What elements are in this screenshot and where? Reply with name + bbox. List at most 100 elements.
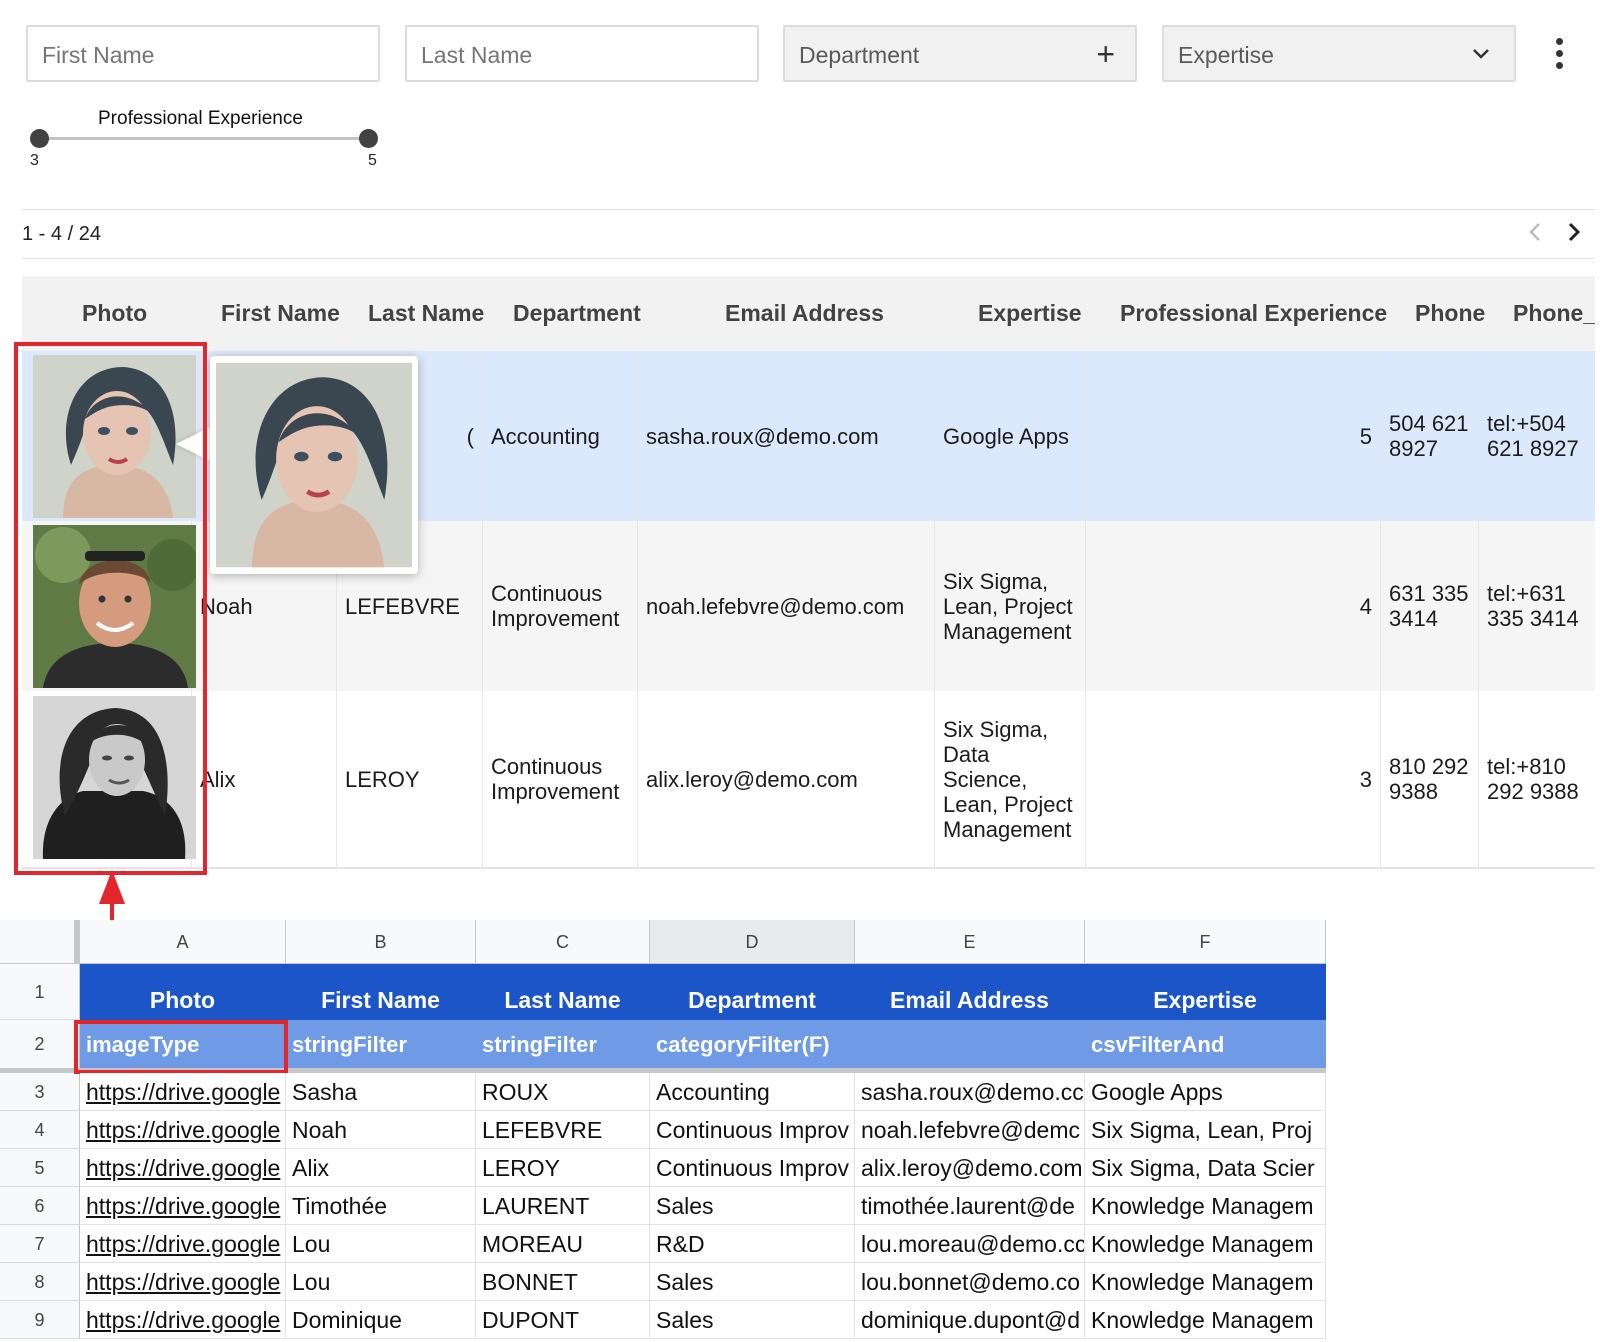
sheet-last-name-cell[interactable]: LEROY xyxy=(476,1149,650,1187)
sheet-row-number[interactable]: 2 xyxy=(0,1020,80,1069)
sheet-column-header-b[interactable]: B xyxy=(286,920,476,964)
sheet-expertise-cell[interactable]: Knowledge Managem xyxy=(1085,1187,1326,1225)
sheet-row-number[interactable]: 8 xyxy=(0,1263,80,1301)
sheet-first-name-cell[interactable]: Timothée xyxy=(286,1187,476,1225)
sheet-first-name-cell[interactable]: Lou xyxy=(286,1225,476,1263)
sheet-photo-url-cell[interactable]: https://drive.google xyxy=(80,1263,286,1301)
sheet-email-cell[interactable]: dominique.dupont@d xyxy=(855,1301,1085,1339)
sheet-row-number[interactable]: 1 xyxy=(0,964,80,1020)
sheet-email-cell[interactable]: sasha.roux@demo.cc xyxy=(855,1073,1085,1111)
sheet-department-cell[interactable]: Sales xyxy=(650,1301,855,1339)
sheet-header-cell[interactable]: Email Address xyxy=(855,964,1085,1020)
sheet-row-number[interactable]: 6 xyxy=(0,1187,80,1225)
sheet-corner[interactable] xyxy=(0,920,80,964)
first-name-filter[interactable]: First Name xyxy=(26,25,380,82)
sheet-header-cell[interactable]: Expertise xyxy=(1085,964,1326,1020)
sheet-header-cell[interactable]: Last Name xyxy=(476,964,650,1020)
sheet-column-header-f[interactable]: F xyxy=(1085,920,1326,964)
sheet-department-cell[interactable]: Sales xyxy=(650,1187,855,1225)
sheet-first-name-cell[interactable]: Sasha xyxy=(286,1073,476,1111)
sheet-department-cell[interactable]: R&D xyxy=(650,1225,855,1263)
chevron-right-icon[interactable] xyxy=(1563,221,1585,243)
sheet-email-cell[interactable]: lou.bonnet@demo.co xyxy=(855,1263,1085,1301)
sheet-department-cell[interactable]: Continuous Improv xyxy=(650,1111,855,1149)
sheet-type-cell[interactable]: categoryFilter(F) xyxy=(650,1020,855,1069)
department-cell: Continuous Improvement xyxy=(483,691,638,867)
sheet-email-cell[interactable]: lou.moreau@demo.cc xyxy=(855,1225,1085,1263)
sheet-first-name-cell[interactable]: Dominique xyxy=(286,1301,476,1339)
sheet-last-name-cell[interactable]: DUPONT xyxy=(476,1301,650,1339)
sheet-photo-url-cell[interactable]: https://drive.google xyxy=(80,1225,286,1263)
phone-link-cell[interactable]: tel:+810 292 9388 xyxy=(1479,691,1595,867)
column-header-last-name[interactable]: Last Name xyxy=(368,276,484,351)
email-cell: sasha.roux@demo.com xyxy=(638,351,935,521)
sheet-column-header-d[interactable]: D xyxy=(650,920,855,964)
expertise-cell: Six Sigma, Data Science, Lean, Project M… xyxy=(935,691,1086,867)
last-name-filter[interactable]: Last Name xyxy=(405,25,759,82)
sheet-row-number[interactable]: 9 xyxy=(0,1301,80,1339)
sheet-type-cell[interactable]: stringFilter xyxy=(476,1020,650,1069)
phone-cell: 504 621 8927 xyxy=(1381,351,1479,521)
phone-link-cell[interactable]: tel:+504 621 8927 xyxy=(1479,351,1595,521)
sheet-row-number[interactable]: 7 xyxy=(0,1225,80,1263)
sheet-last-name-cell[interactable]: LAURENT xyxy=(476,1187,650,1225)
sheet-photo-url-cell[interactable]: https://drive.google xyxy=(80,1149,286,1187)
sheet-last-name-cell[interactable]: MOREAU xyxy=(476,1225,650,1263)
sheet-photo-url-cell[interactable]: https://drive.google xyxy=(80,1111,286,1149)
sheet-first-name-cell[interactable]: Alix xyxy=(286,1149,476,1187)
sheet-type-cell[interactable] xyxy=(855,1020,1085,1069)
experience-slider-max-handle[interactable] xyxy=(359,129,378,148)
sheet-photo-url-cell[interactable]: https://drive.google xyxy=(80,1073,286,1111)
experience-slider-min-handle[interactable] xyxy=(30,129,49,148)
sheet-email-cell[interactable]: alix.leroy@demo.com xyxy=(855,1149,1085,1187)
sheet-department-cell[interactable]: Sales xyxy=(650,1263,855,1301)
column-header-department[interactable]: Department xyxy=(513,276,641,351)
sheet-row-number[interactable]: 4 xyxy=(0,1111,80,1149)
sheet-row-number[interactable]: 5 xyxy=(0,1149,80,1187)
sheet-department-cell[interactable]: Accounting xyxy=(650,1073,855,1111)
sheet-last-name-cell[interactable]: BONNET xyxy=(476,1263,650,1301)
sheet-photo-url-cell[interactable]: https://drive.google xyxy=(80,1301,286,1339)
column-header-expertise[interactable]: Expertise xyxy=(978,276,1082,351)
department-filter[interactable]: Department + xyxy=(783,25,1137,82)
experience-slider-track[interactable] xyxy=(38,137,368,140)
sheet-header-cell[interactable]: Photo xyxy=(80,964,286,1020)
plus-icon[interactable]: + xyxy=(1096,36,1115,73)
phone-link-cell[interactable]: tel:+631 335 3414 xyxy=(1479,521,1595,691)
more-vertical-icon[interactable] xyxy=(1556,38,1564,74)
column-header-phone[interactable]: Phone xyxy=(1415,276,1485,351)
sheet-department-cell[interactable]: Continuous Improv xyxy=(650,1149,855,1187)
sheet-first-name-cell[interactable]: Noah xyxy=(286,1111,476,1149)
sheet-email-cell[interactable]: noah.lefebvre@demc xyxy=(855,1111,1085,1149)
column-header-experience[interactable]: Professional Experience xyxy=(1120,276,1387,351)
chevron-left-icon[interactable] xyxy=(1524,221,1546,243)
column-header-first-name[interactable]: First Name xyxy=(221,276,340,351)
table-row[interactable]: Alix LEROY Continuous Improvement alix.l… xyxy=(22,691,1595,867)
chevron-down-icon[interactable] xyxy=(1472,45,1490,63)
sheet-column-header-e[interactable]: E xyxy=(855,920,1085,964)
expertise-filter[interactable]: Expertise xyxy=(1162,25,1516,82)
sheet-header-cell[interactable]: First Name xyxy=(286,964,476,1020)
sheet-type-cell[interactable]: csvFilterAnd xyxy=(1085,1020,1326,1069)
sheet-header-cell[interactable]: Department xyxy=(650,964,855,1020)
sheet-email-cell[interactable]: timothée.laurent@de xyxy=(855,1187,1085,1225)
sheet-last-name-cell[interactable]: LEFEBVRE xyxy=(476,1111,650,1149)
sheet-column-header-a[interactable]: A xyxy=(80,920,286,964)
column-header-phone-link[interactable]: Phone_ xyxy=(1513,276,1595,351)
experience-cell: 5 xyxy=(1086,351,1381,521)
sheet-expertise-cell[interactable]: Knowledge Managem xyxy=(1085,1225,1326,1263)
sheet-expertise-cell[interactable]: Six Sigma, Data Scier xyxy=(1085,1149,1326,1187)
sheet-expertise-cell[interactable]: Knowledge Managem xyxy=(1085,1301,1326,1339)
column-header-email[interactable]: Email Address xyxy=(725,276,884,351)
sheet-row-number[interactable]: 3 xyxy=(0,1073,80,1111)
sheet-first-name-cell[interactable]: Lou xyxy=(286,1263,476,1301)
sheet-expertise-cell[interactable]: Google Apps xyxy=(1085,1073,1326,1111)
sheet-expertise-cell[interactable]: Knowledge Managem xyxy=(1085,1263,1326,1301)
sheet-column-header-c[interactable]: C xyxy=(476,920,650,964)
sheet-photo-url-cell[interactable]: https://drive.google xyxy=(80,1187,286,1225)
column-header-photo[interactable]: Photo xyxy=(82,276,147,351)
sheet-type-cell[interactable]: stringFilter xyxy=(286,1020,476,1069)
photo-column-highlight xyxy=(14,342,207,875)
sheet-expertise-cell[interactable]: Six Sigma, Lean, Proj xyxy=(1085,1111,1326,1149)
sheet-last-name-cell[interactable]: ROUX xyxy=(476,1073,650,1111)
